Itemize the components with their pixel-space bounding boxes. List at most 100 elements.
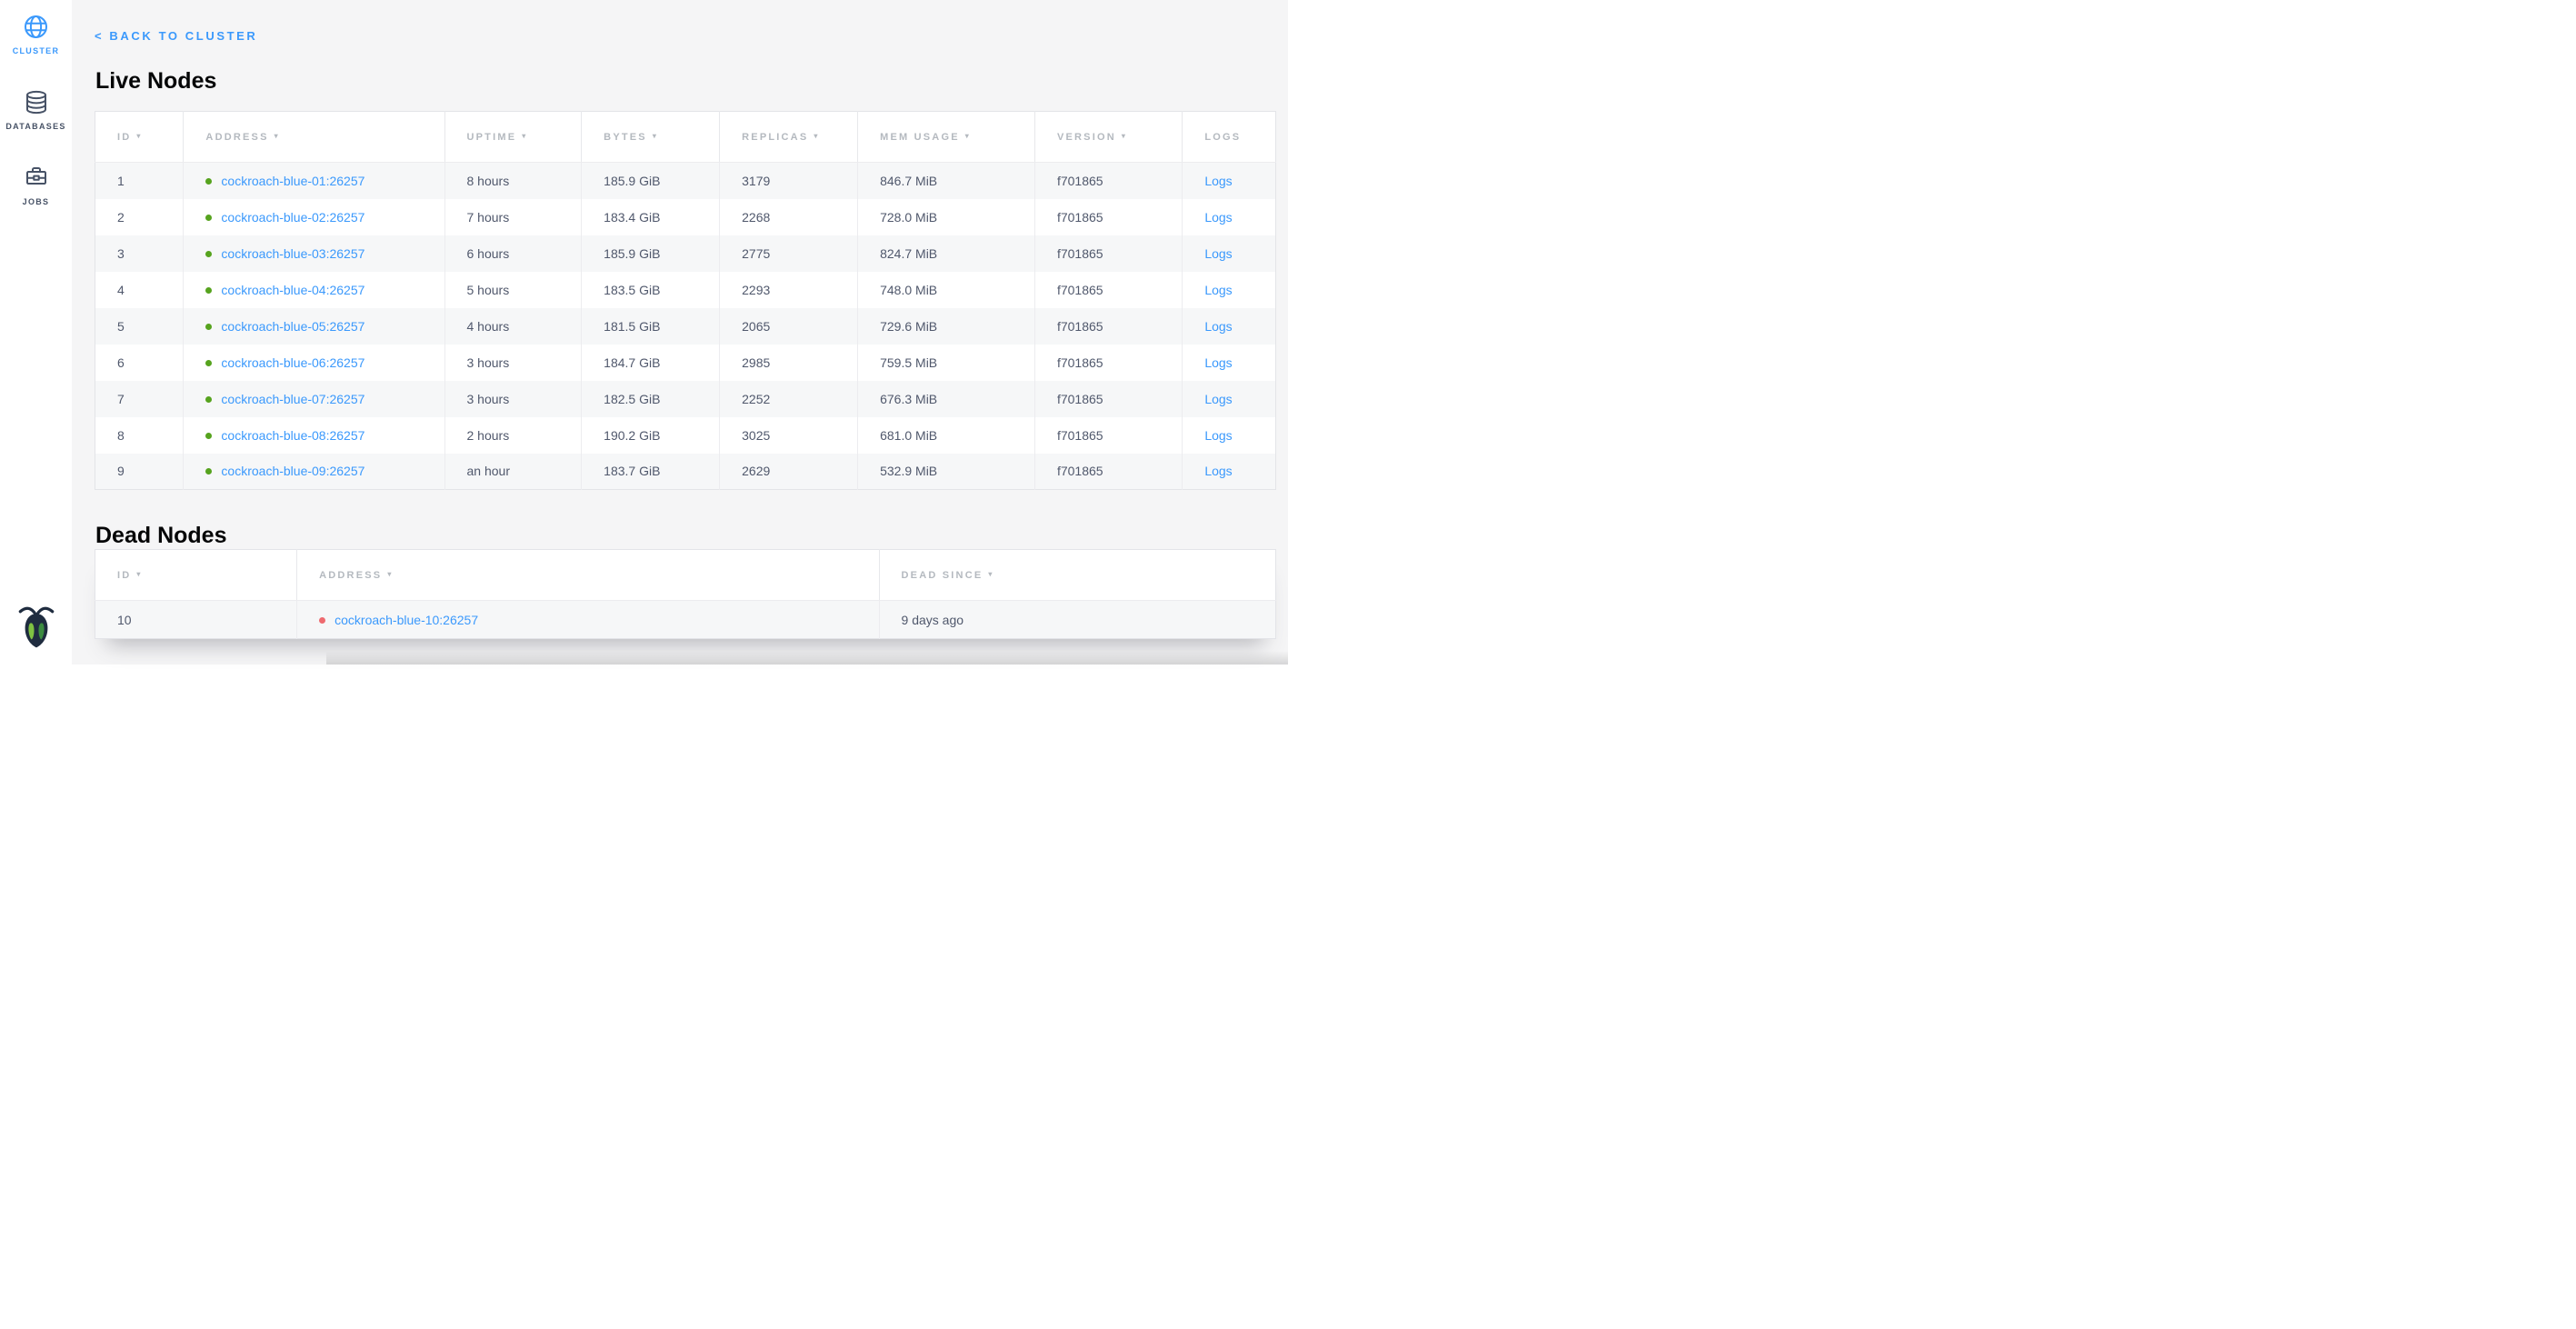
replicas-value: 2268 [742, 210, 770, 225]
column-header-dead_address[interactable]: ADDRESS▾ [297, 550, 879, 601]
sidebar-item-cluster[interactable]: CLUSTER [13, 15, 60, 55]
live-node-row: 7cockroach-blue-07:262573 hours182.5 GiB… [95, 381, 1276, 417]
replicas-value: 2252 [742, 392, 770, 406]
node-address-link[interactable]: cockroach-blue-03:26257 [221, 246, 364, 261]
cell-mem-usage: 824.7 MiB [858, 235, 1035, 272]
sidebar-item-jobs[interactable]: JOBS [23, 165, 50, 206]
live-node-row: 6cockroach-blue-06:262573 hours184.7 GiB… [95, 345, 1276, 381]
healthy-status-dot-icon [205, 360, 212, 366]
node-address-link[interactable]: cockroach-blue-07:26257 [221, 392, 364, 406]
cell-mem-usage: 748.0 MiB [858, 272, 1035, 308]
replicas-value: 2985 [742, 355, 770, 370]
replicas-value: 2775 [742, 246, 770, 261]
column-header-dead_since[interactable]: DEAD SINCE▾ [879, 550, 1275, 601]
column-header-replicas[interactable]: REPLICAS▾ [720, 112, 858, 163]
cell-node-id: 6 [95, 345, 184, 381]
briefcase-icon [25, 165, 48, 190]
cell-version: f701865 [1034, 308, 1182, 345]
cell-logs: Logs [1183, 199, 1276, 235]
sort-arrow-icon: ▾ [1122, 132, 1127, 140]
version-value: f701865 [1057, 246, 1103, 261]
logs-link[interactable]: Logs [1204, 428, 1232, 443]
cell-replicas: 3025 [720, 417, 858, 454]
cell-node-address: cockroach-blue-04:26257 [184, 272, 444, 308]
cell-node-id: 5 [95, 308, 184, 345]
node-address-link[interactable]: cockroach-blue-02:26257 [221, 210, 364, 225]
sort-arrow-icon: ▾ [522, 132, 527, 140]
mem-usage-value: 759.5 MiB [880, 355, 937, 370]
logs-link[interactable]: Logs [1204, 246, 1232, 261]
uptime-value: 5 hours [467, 283, 510, 297]
dead-nodes-title: Dead Nodes [95, 523, 1288, 549]
column-header-dead_id[interactable]: ID▾ [95, 550, 297, 601]
cell-uptime: an hour [444, 454, 582, 490]
healthy-status-dot-icon [205, 396, 212, 403]
column-label: ID [117, 132, 131, 143]
uptime-value: 7 hours [467, 210, 510, 225]
cell-bytes: 185.9 GiB [582, 235, 720, 272]
mem-usage-value: 729.6 MiB [880, 319, 937, 334]
column-label: ADDRESS [205, 132, 268, 143]
cell-node-address: cockroach-blue-10:26257 [297, 601, 879, 639]
cell-logs: Logs [1183, 163, 1276, 199]
column-label: UPTIME [467, 132, 517, 143]
cell-node-id: 1 [95, 163, 184, 199]
logs-link[interactable]: Logs [1204, 283, 1232, 297]
node-address-link[interactable]: cockroach-blue-08:26257 [221, 428, 364, 443]
cell-replicas: 2065 [720, 308, 858, 345]
node-address-link[interactable]: cockroach-blue-05:26257 [221, 319, 364, 334]
cell-logs: Logs [1183, 417, 1276, 454]
version-value: f701865 [1057, 355, 1103, 370]
logs-link[interactable]: Logs [1204, 355, 1232, 370]
logs-link[interactable]: Logs [1204, 319, 1232, 334]
dead-status-dot-icon [319, 617, 325, 624]
column-header-id[interactable]: ID▾ [95, 112, 184, 163]
logs-link[interactable]: Logs [1204, 174, 1232, 188]
cell-bytes: 184.7 GiB [582, 345, 720, 381]
sidebar-item-databases[interactable]: DATABASES [5, 90, 65, 131]
column-header-version[interactable]: VERSION▾ [1034, 112, 1182, 163]
cell-uptime: 8 hours [444, 163, 582, 199]
node-address-link[interactable]: cockroach-blue-06:26257 [221, 355, 364, 370]
column-label: REPLICAS [742, 132, 808, 143]
node-address-link[interactable]: cockroach-blue-09:26257 [221, 464, 364, 478]
cell-replicas: 2985 [720, 345, 858, 381]
version-value: f701865 [1057, 319, 1103, 334]
cell-node-id: 7 [95, 381, 184, 417]
live-node-row: 8cockroach-blue-08:262572 hours190.2 GiB… [95, 417, 1276, 454]
cell-mem-usage: 676.3 MiB [858, 381, 1035, 417]
logs-link[interactable]: Logs [1204, 464, 1232, 478]
cell-bytes: 183.7 GiB [582, 454, 720, 490]
column-header-address[interactable]: ADDRESS ▾ [184, 112, 444, 163]
cell-node-address: cockroach-blue-06:26257 [184, 345, 444, 381]
version-value: f701865 [1057, 392, 1103, 406]
column-label: MEM USAGE [880, 132, 960, 143]
cell-bytes: 190.2 GiB [582, 417, 720, 454]
live-node-row: 3cockroach-blue-03:262576 hours185.9 GiB… [95, 235, 1276, 272]
live-node-row: 2cockroach-blue-02:262577 hours183.4 GiB… [95, 199, 1276, 235]
column-header-mem_usage[interactable]: MEM USAGE▾ [858, 112, 1035, 163]
logs-link[interactable]: Logs [1204, 392, 1232, 406]
sort-arrow-icon: ▾ [653, 132, 658, 140]
live-node-row: 9cockroach-blue-09:26257an hour183.7 GiB… [95, 454, 1276, 490]
column-header-bytes[interactable]: BYTES▾ [582, 112, 720, 163]
node-address-link[interactable]: cockroach-blue-01:26257 [221, 174, 364, 188]
cell-version: f701865 [1034, 345, 1182, 381]
cell-node-address: cockroach-blue-05:26257 [184, 308, 444, 345]
sort-arrow-icon: ▾ [275, 132, 280, 140]
cell-version: f701865 [1034, 454, 1182, 490]
bytes-value: 183.4 GiB [604, 210, 660, 225]
app-root: CLUSTER DATABASES [0, 0, 1288, 664]
healthy-status-dot-icon [205, 215, 212, 221]
cell-node-address: cockroach-blue-07:26257 [184, 381, 444, 417]
node-address-link[interactable]: cockroach-blue-04:26257 [221, 283, 364, 297]
column-header-logs: LOGS [1183, 112, 1276, 163]
database-icon [25, 90, 48, 115]
content: < BACK TO CLUSTER Live Nodes ID▾ADDRESS▾… [72, 0, 1288, 664]
column-header-uptime[interactable]: UPTIME ▾ [444, 112, 582, 163]
version-value: f701865 [1057, 210, 1103, 225]
logs-link[interactable]: Logs [1204, 210, 1232, 225]
cell-bytes: 183.4 GiB [582, 199, 720, 235]
back-to-cluster-link[interactable]: < BACK TO CLUSTER [95, 29, 257, 43]
node-address-link[interactable]: cockroach-blue-10:26257 [334, 613, 478, 627]
